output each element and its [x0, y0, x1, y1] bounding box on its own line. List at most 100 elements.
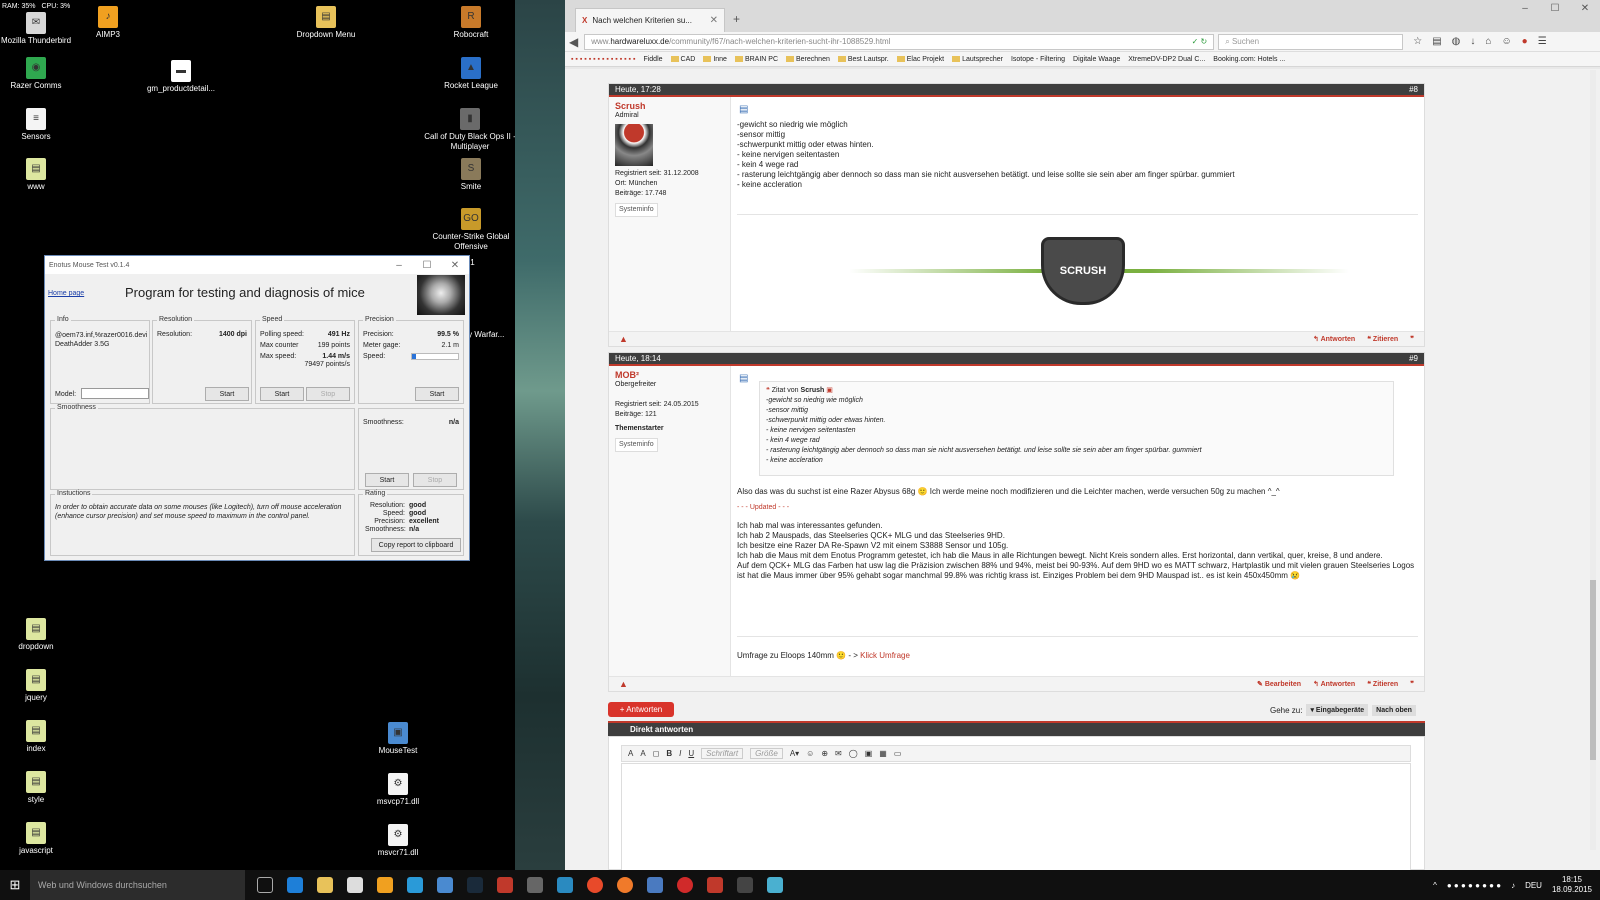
- pocket-icon[interactable]: ◍: [1452, 36, 1461, 47]
- precision-start-button[interactable]: Start: [415, 387, 459, 401]
- multiquote-icon[interactable]: ❞: [1410, 335, 1414, 343]
- close-icon[interactable]: ✕: [1570, 3, 1600, 14]
- desktop-icon-mousetest[interactable]: ▣ MouseTest: [357, 722, 439, 756]
- reading-list-icon[interactable]: ▤: [1432, 36, 1441, 47]
- post-author[interactable]: MOB²: [615, 370, 724, 380]
- desktop-icon-msvcp71[interactable]: ⚙ msvcp71.dll: [357, 773, 439, 807]
- desktop-icon-style[interactable]: ▤ style: [0, 771, 77, 805]
- report-icon[interactable]: ▲: [619, 679, 628, 689]
- reply-thread-button[interactable]: + Antworten: [608, 702, 674, 717]
- bookmark-digitale-waage[interactable]: Digitale Waage: [1073, 56, 1120, 63]
- tray-icons[interactable]: ● ● ● ● ● ● ● ●: [1447, 881, 1501, 890]
- bookmark-star-icon[interactable]: ☆: [1413, 36, 1422, 47]
- maximize-icon[interactable]: ☐: [413, 260, 441, 271]
- close-tab-icon[interactable]: ✕: [710, 15, 718, 26]
- taskbar-search[interactable]: Web und Windows durchsuchen: [30, 870, 245, 900]
- desktop-icon-cod[interactable]: ▮ Call of Duty Black Ops II - Multiplayer: [420, 108, 520, 152]
- new-tab-icon[interactable]: +: [733, 12, 740, 26]
- desktop-icon-razer-comms[interactable]: ◉ Razer Comms: [0, 57, 77, 91]
- desktop-icon-dropdown[interactable]: ▤ dropdown: [0, 618, 77, 652]
- source-mode-icon[interactable]: A: [628, 749, 633, 758]
- wysiwyg-icon[interactable]: A: [640, 749, 645, 758]
- home-page-link[interactable]: Home page: [48, 290, 84, 297]
- chat-icon[interactable]: ☺: [1501, 36, 1511, 47]
- video-icon[interactable]: ▦: [879, 749, 887, 758]
- unlink-icon[interactable]: ◯: [849, 749, 858, 758]
- underline-icon[interactable]: U: [688, 749, 694, 758]
- desktop-icon-index[interactable]: ▤ index: [0, 720, 77, 754]
- language-indicator[interactable]: DEU: [1525, 881, 1542, 890]
- reply-button[interactable]: ↰ Antworten: [1313, 335, 1355, 343]
- controller-icon[interactable]: [527, 877, 543, 893]
- image-icon[interactable]: ▣: [865, 749, 873, 758]
- report-icon[interactable]: ▲: [619, 334, 628, 344]
- sysinfo-button[interactable]: Systeminfo: [615, 438, 658, 452]
- page-scrollbar[interactable]: [1590, 70, 1596, 850]
- bookmark-booking[interactable]: Booking.com: Hotels ...: [1213, 56, 1285, 63]
- smiley-icon[interactable]: ☺: [806, 749, 814, 758]
- task-view-icon[interactable]: [257, 877, 273, 893]
- bookmark-brain-pc[interactable]: BRAIN PC: [735, 56, 778, 63]
- quote-insert-icon[interactable]: ▭: [894, 749, 902, 758]
- tool-icon[interactable]: [737, 877, 753, 893]
- reply-button[interactable]: ↰ Antworten: [1313, 680, 1355, 688]
- desktop-icon-www[interactable]: ▤ www: [0, 158, 77, 192]
- goto-quote-icon[interactable]: ▣: [826, 387, 833, 394]
- post-number[interactable]: #9: [1409, 354, 1418, 363]
- bookmark-fiddle[interactable]: Fiddle: [643, 56, 662, 63]
- desktop-icon-smite[interactable]: S Smite: [430, 158, 512, 192]
- mousetest-taskbar-icon[interactable]: [437, 877, 453, 893]
- bookmark-best-lautspr[interactable]: Best Lautspr.: [838, 56, 889, 63]
- network-app-icon[interactable]: [767, 877, 783, 893]
- desktop-icon-jquery[interactable]: ▤ jquery: [0, 669, 77, 703]
- size-dropdown[interactable]: Größe: [750, 748, 783, 759]
- desktop-icon-robocraft[interactable]: R Robocraft: [430, 6, 512, 40]
- bookmark-elac-projekt[interactable]: Elac Projekt: [897, 56, 944, 63]
- tab-active[interactable]: X Nach welchen Kriterien su... ✕: [575, 8, 725, 32]
- menu-icon[interactable]: ☰: [1538, 36, 1547, 47]
- back-icon[interactable]: ◀: [569, 35, 578, 49]
- desktop-icon-javascript[interactable]: ▤ javascript: [0, 822, 77, 856]
- edge-icon[interactable]: [287, 877, 303, 893]
- skype-icon[interactable]: [407, 877, 423, 893]
- firefox-icon[interactable]: [617, 877, 633, 893]
- post-author[interactable]: Scrush: [615, 101, 724, 111]
- desktop-icon-thunderbird[interactable]: ✉ Mozilla Thunderbird: [0, 12, 77, 46]
- speed-stop-button[interactable]: Stop: [306, 387, 350, 401]
- filezilla-icon[interactable]: [497, 877, 513, 893]
- email-icon[interactable]: ✉: [835, 749, 842, 758]
- edit-button[interactable]: ✎ Bearbeiten: [1257, 680, 1301, 688]
- italic-icon[interactable]: I: [679, 749, 681, 758]
- app-icon[interactable]: [557, 877, 573, 893]
- bookmark-xtremedv[interactable]: XtremeDV-DP2 Dual C...: [1128, 56, 1205, 63]
- bookmark-isotope[interactable]: Isotope - Filtering: [1011, 56, 1065, 63]
- clock[interactable]: 18:15 18.09.2015: [1552, 875, 1592, 895]
- desktop-icon-sensors[interactable]: ≡ Sensors: [0, 108, 77, 142]
- home-icon[interactable]: ⌂: [1485, 36, 1491, 47]
- opera-icon[interactable]: [677, 877, 693, 893]
- smoothness-start-button[interactable]: Start: [365, 473, 409, 487]
- download-icon[interactable]: ↓: [1470, 36, 1475, 47]
- link-icon[interactable]: ⊕: [821, 749, 828, 758]
- reload-icon[interactable]: ✓ ↻: [1192, 37, 1214, 46]
- adblock-icon[interactable]: ●: [1522, 36, 1528, 47]
- file-explorer-icon[interactable]: [317, 877, 333, 893]
- back-to-top-button[interactable]: Nach oben: [1372, 704, 1416, 716]
- reply-textarea[interactable]: [621, 763, 1411, 870]
- aimp-taskbar-icon[interactable]: [377, 877, 393, 893]
- tray-overflow-icon[interactable]: ^: [1433, 881, 1437, 890]
- mouse-test-titlebar[interactable]: Enotus Mouse Test v0.1.4 – ☐ ✕: [45, 256, 469, 274]
- copy-report-button[interactable]: Copy report to clipboard: [371, 538, 461, 552]
- bookmark-cad[interactable]: CAD: [671, 56, 696, 63]
- maximize-icon[interactable]: ☐: [1540, 3, 1570, 14]
- bookmark-inne[interactable]: Inne: [703, 56, 727, 63]
- clear-format-icon[interactable]: ◻: [653, 749, 660, 758]
- poll-link[interactable]: Klick Umfrage: [860, 651, 910, 660]
- desktop-icon-aimp3[interactable]: ♪ AIMP3: [67, 6, 149, 40]
- windows-start-icon[interactable]: ⊞: [0, 877, 30, 893]
- quote-button[interactable]: ❝ Zitieren: [1367, 335, 1398, 343]
- avatar[interactable]: [615, 124, 653, 166]
- volume-icon[interactable]: ♪: [1511, 881, 1515, 890]
- desktop-icon-gm-productdetail[interactable]: ▬ gm_productdetail...: [140, 60, 222, 94]
- post-number[interactable]: #8: [1409, 85, 1418, 94]
